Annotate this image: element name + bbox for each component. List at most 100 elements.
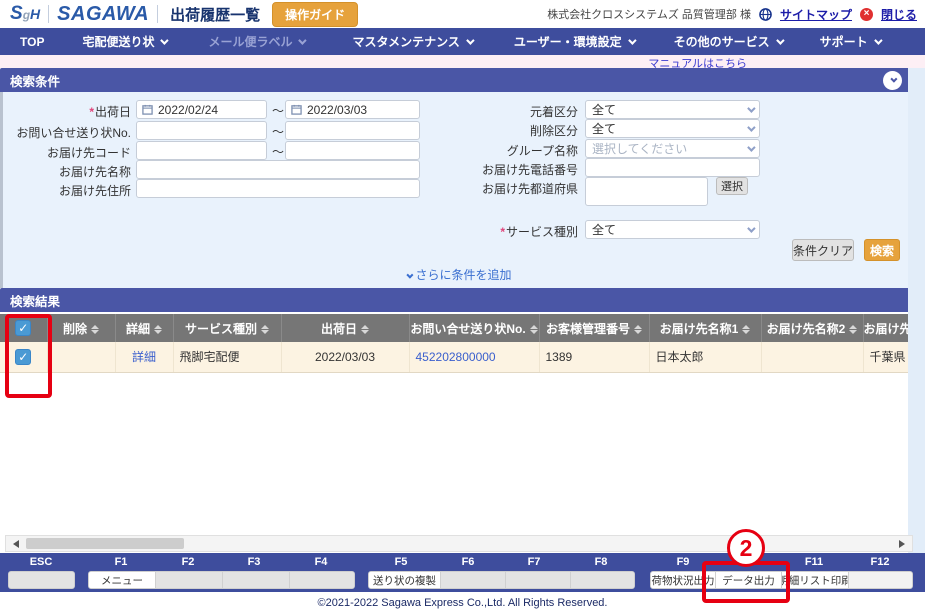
payment-type-select[interactable]: 全て	[585, 100, 760, 119]
col-dest-name1[interactable]: お届け先名称1	[649, 314, 761, 342]
row-checkbox[interactable]: ✓	[15, 349, 31, 365]
nav-item-user-settings[interactable]: ユーザー・環境設定	[514, 33, 634, 50]
horizontal-scrollbar[interactable]	[5, 535, 913, 552]
detail-link[interactable]: 詳細	[132, 350, 156, 364]
package-status-output-button[interactable]: 荷物状況出力	[651, 572, 716, 588]
f7-button[interactable]	[506, 572, 571, 588]
nav-label: サポート	[820, 33, 868, 50]
col-detail[interactable]: 詳細	[115, 314, 173, 342]
tracking-no-from-input[interactable]	[136, 121, 267, 140]
close-icon: ×	[860, 8, 873, 21]
service-type-select[interactable]: 全て	[585, 220, 760, 239]
payment-type-label: 元着区分	[423, 103, 578, 120]
sort-icon	[634, 325, 642, 334]
dest-code-to-input[interactable]	[285, 141, 420, 160]
search-form: *出荷日 お問い合せ送り状No. お届け先コード お届け先名称 お届け先住所 2…	[0, 92, 912, 288]
nav-item-top[interactable]: TOP	[20, 35, 44, 49]
select-all-checkbox[interactable]: ✓	[15, 320, 31, 336]
scrollbar-thumb[interactable]	[26, 538, 184, 549]
close-link[interactable]: 閉じる	[881, 6, 917, 23]
fkey-label-f6: F6	[462, 556, 475, 568]
manual-row: マニュアルはこちら	[0, 55, 925, 68]
payment-type-value: 全て	[592, 101, 616, 118]
title-divider	[157, 5, 158, 23]
ship-date-from-field[interactable]: 2022/02/24	[136, 100, 267, 119]
delete-type-label: 削除区分	[423, 122, 578, 139]
nav-item-other-services[interactable]: その他のサービス	[674, 33, 782, 50]
delete-type-select[interactable]: 全て	[585, 119, 760, 138]
data-output-button[interactable]: データ出力	[716, 572, 782, 588]
chevron-down-icon	[299, 36, 307, 44]
nav-item-master-maintenance[interactable]: マスタメンテナンス	[352, 33, 471, 50]
sort-icon	[91, 325, 99, 334]
f3-button[interactable]	[223, 572, 290, 588]
col-service[interactable]: サービス種別	[173, 314, 281, 342]
top-right-area: 株式会社クロスシステムズ 品質管理部 様 サイトマップ × 閉じる	[547, 6, 917, 23]
nav-item-support[interactable]: サポート	[820, 33, 880, 50]
detail-list-print-button[interactable]: 明細リスト印刷	[782, 572, 849, 588]
f6-button[interactable]	[441, 572, 506, 588]
tracking-no-link[interactable]: 452202800000	[416, 350, 496, 364]
logo-letter-s: S	[10, 3, 23, 25]
dest-phone-input[interactable]	[585, 158, 760, 177]
row-dest-pref-cell: 千葉県	[863, 342, 908, 372]
dest-pref-input[interactable]	[585, 177, 708, 206]
select-all-header: ✓	[0, 314, 47, 342]
nav-item-mail-label: メール便ラベル	[208, 33, 304, 50]
fkey-label-f12: F12	[871, 556, 890, 568]
logo-letter-g: g	[23, 8, 30, 22]
f4-button[interactable]	[290, 572, 354, 588]
dest-code-from-input[interactable]	[136, 141, 267, 160]
globe-icon	[759, 8, 772, 21]
copy-invoice-button[interactable]: 送り状の複製	[369, 572, 441, 588]
tilde-separator: ～	[272, 143, 284, 160]
scroll-right-icon[interactable]	[899, 540, 905, 548]
scroll-left-icon[interactable]	[13, 540, 19, 548]
fkey-label-f10: F10	[739, 556, 758, 568]
chevron-down-icon	[747, 143, 755, 151]
copyright-text: ©2021-2022 Sagawa Express Co.,Ltd. All R…	[318, 597, 608, 609]
f12-button[interactable]	[849, 572, 912, 588]
row-dest-name1-cell: 日本太郎	[649, 342, 761, 372]
row-tracking-cell: 452202800000	[409, 342, 539, 372]
top-bar: SgH SAGAWA 出荷履歴一覧 操作ガイド 株式会社クロスシステムズ 品質管…	[0, 0, 925, 28]
menu-button[interactable]: メニュー	[89, 572, 156, 588]
dest-addr-input[interactable]	[136, 179, 420, 198]
add-conditions-link[interactable]: さらに条件を追加	[3, 266, 915, 283]
search-results-title: 検索結果	[10, 291, 60, 310]
sitemap-link[interactable]: サイトマップ	[780, 6, 852, 23]
ship-date-to-field[interactable]: 2022/03/03	[285, 100, 420, 119]
service-type-value: 全て	[592, 221, 616, 238]
search-results-header: 検索結果	[0, 288, 912, 312]
col-dest-name2[interactable]: お届け先名称2	[761, 314, 863, 342]
sort-icon	[361, 325, 369, 334]
search-button[interactable]: 検索	[864, 239, 900, 261]
ship-date-from-value: 2022/02/24	[158, 103, 218, 117]
main-nav: TOP 宅配便送り状 メール便ラベル マスタメンテナンス ユーザー・環境設定 そ…	[0, 28, 925, 55]
esc-button[interactable]	[8, 571, 75, 589]
tracking-no-to-input[interactable]	[285, 121, 420, 140]
f8-button[interactable]	[571, 572, 634, 588]
col-delete[interactable]: 削除	[47, 314, 115, 342]
dest-name-input[interactable]	[136, 160, 420, 179]
collapse-search-button[interactable]	[883, 71, 902, 90]
fkey-label-f1: F1	[115, 556, 128, 568]
operation-guide-button[interactable]: 操作ガイド	[272, 2, 358, 27]
f2-button[interactable]	[156, 572, 223, 588]
col-customer-no[interactable]: お客様管理番号	[539, 314, 649, 342]
search-condition-title: 検索条件	[10, 71, 60, 90]
fkey-label-f2: F2	[182, 556, 195, 568]
pref-select-button[interactable]: 選択	[716, 177, 748, 195]
f1-f4-button-group: メニュー	[88, 571, 355, 589]
nav-item-takuhaibin-invoice[interactable]: 宅配便送り状	[82, 33, 166, 50]
company-name: 株式会社クロスシステムズ 品質管理部 様	[547, 6, 751, 22]
col-dest-pref[interactable]: お届け先	[863, 314, 908, 342]
calendar-icon	[291, 104, 302, 115]
right-background-strip	[908, 68, 925, 553]
col-tracking-no[interactable]: お問い合せ送り状No.	[409, 314, 539, 342]
sagawa-logo: SAGAWA	[57, 3, 149, 26]
clear-conditions-button[interactable]: 条件クリア	[792, 239, 854, 261]
group-name-select[interactable]: 選択してください	[585, 139, 760, 158]
col-ship-date[interactable]: 出荷日	[281, 314, 409, 342]
fkey-label-f5: F5	[395, 556, 408, 568]
